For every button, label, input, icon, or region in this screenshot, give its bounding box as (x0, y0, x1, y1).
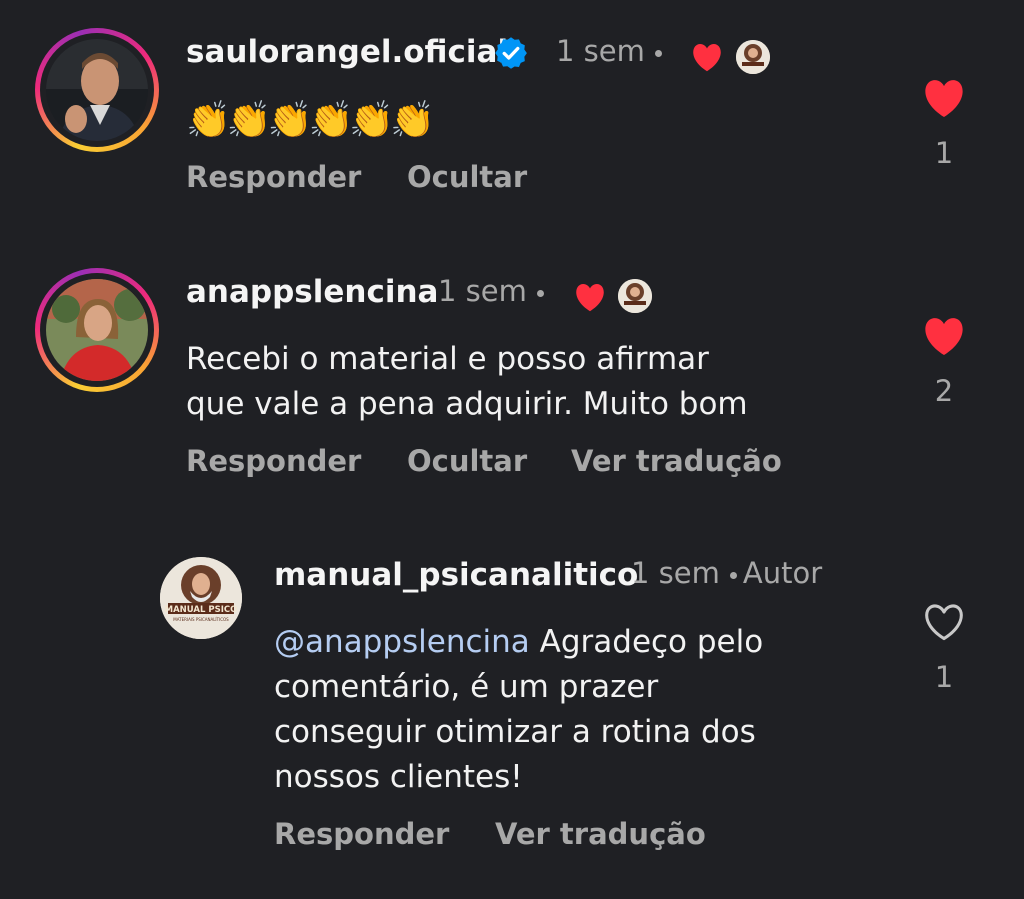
reply-button[interactable]: Responder (274, 817, 449, 851)
avatar[interactable]: MANUAL PSICO MATERIAIS PSICANALÍTICOS (160, 557, 242, 639)
comment-text: @anappslencina Agradeço pelo comentário,… (274, 620, 894, 800)
like-count: 1 (934, 660, 954, 694)
comment-timestamp: 1 sem (631, 556, 720, 590)
comment-text-line: conseguir otimizar a rotina dos (274, 714, 756, 750)
comment-text-segment: Agradeço pelo (529, 624, 764, 660)
avatar-brand-text: MANUAL PSICO (165, 605, 238, 615)
see-translation-button[interactable]: Ver tradução (495, 817, 706, 851)
reply-manual-psicanalitico: MANUAL PSICO MATERIAIS PSICANALÍTICOS ma… (0, 0, 1024, 899)
comment-text-line: nossos clientes! (274, 759, 523, 795)
comment-meta: 1 sem Autor (631, 556, 822, 590)
comment-text-line: comentário, é um prazer (274, 669, 659, 705)
avatar-brand-subtext: MATERIAIS PSICANALÍTICOS (173, 617, 229, 622)
like-button[interactable] (914, 596, 974, 646)
author-badge: Autor (742, 556, 823, 590)
heart-outline-icon (925, 604, 963, 641)
comment-username[interactable]: manual_psicanalitico (274, 557, 638, 593)
mention-link[interactable]: @anappslencina (274, 624, 530, 660)
